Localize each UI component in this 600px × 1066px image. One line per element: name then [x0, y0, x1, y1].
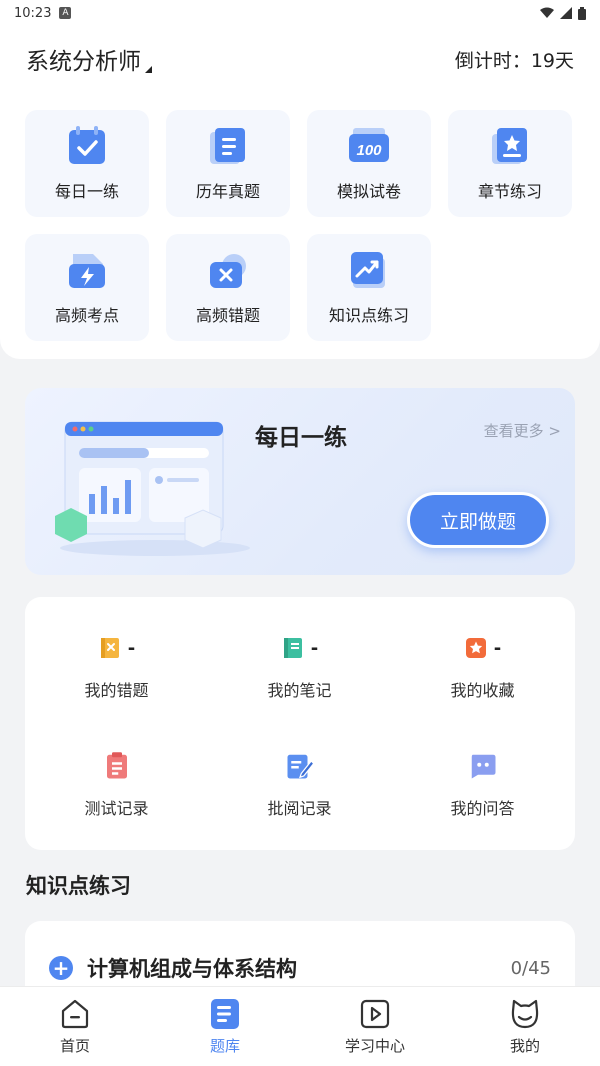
tile-knowledge-practice[interactable]: 知识点练习	[307, 234, 431, 341]
record-label: 我的笔记	[267, 681, 332, 700]
tab-profile[interactable]: 我的	[450, 987, 600, 1066]
document-icon	[210, 127, 245, 164]
knowledge-section-title: 知识点练习	[26, 874, 131, 898]
record-label: 测试记录	[84, 799, 149, 818]
feature-grid: 每日一练 历年真题 100 模拟试卷 章节练习 高频考点 高频错题 知识点练习	[0, 92, 600, 341]
bottom-tab-bar: 首页 题库 学习中心 我的	[0, 986, 600, 1066]
star-icon	[465, 638, 486, 658]
countdown: 倒计时：19天	[454, 49, 574, 72]
knowledge-item-progress: 0/45	[510, 957, 551, 979]
tile-hot-mistakes[interactable]: 高频错题	[166, 234, 290, 341]
record-my-mistakes[interactable]: - 我的错题	[25, 633, 208, 701]
edit-doc-icon	[287, 754, 315, 779]
notebook-icon	[283, 638, 302, 658]
svg-text:100: 100	[356, 142, 382, 159]
tile-daily-practice[interactable]: 每日一练	[25, 110, 149, 217]
home-icon	[61, 999, 89, 1029]
records-card: - 我的错题 - 我的笔记 - 我的收藏 测试记录 批阅记录 我的问答	[25, 597, 575, 850]
expand-plus-icon[interactable]: +	[49, 956, 73, 980]
tile-mock-exam[interactable]: 100 模拟试卷	[307, 110, 431, 217]
score-100-icon: 100	[349, 127, 389, 162]
tile-label: 知识点练习	[328, 305, 409, 325]
chat-icon	[471, 754, 495, 779]
tile-label: 高频考点	[54, 305, 119, 325]
trend-icon	[351, 251, 385, 288]
tab-question-bank[interactable]: 题库	[150, 987, 300, 1066]
header: 系统分析师 倒计时：19天	[0, 26, 600, 92]
start-practice-button[interactable]: 立即做题	[407, 492, 549, 548]
tile-label: 历年真题	[195, 181, 260, 201]
record-my-qa[interactable]: 我的问答	[391, 751, 574, 819]
tile-label: 高频错题	[195, 305, 260, 325]
view-more-link[interactable]: 查看更多 >	[484, 420, 561, 441]
tab-label: 学习中心	[344, 1037, 405, 1055]
record-label: 我的问答	[450, 799, 515, 818]
record-label: 批阅记录	[267, 799, 332, 818]
record-my-notes[interactable]: - 我的笔记	[208, 633, 391, 701]
banner-title: 每日一练	[255, 425, 347, 451]
wrong-book-icon	[100, 638, 119, 658]
battery-icon	[578, 6, 586, 20]
daily-practice-banner: 每日一练 查看更多 > 立即做题	[25, 388, 575, 575]
signal-icon	[560, 7, 572, 19]
clipboard-icon	[106, 752, 127, 779]
calendar-check-icon	[69, 125, 105, 164]
lightning-folder-icon	[69, 253, 105, 288]
record-test-history[interactable]: 测试记录	[25, 751, 208, 819]
status-time: 10:23	[14, 5, 52, 21]
record-review-history[interactable]: 批阅记录	[208, 751, 391, 819]
star-book-icon	[492, 127, 527, 164]
status-bar: 10:23 A	[0, 0, 600, 26]
knowledge-item-name: 计算机组成与体系结构	[87, 957, 297, 981]
tab-learning-center[interactable]: 学习中心	[300, 987, 450, 1066]
question-bank-icon	[211, 999, 239, 1029]
wrong-folder-icon	[210, 253, 246, 288]
profile-cat-icon	[511, 999, 539, 1029]
play-icon	[360, 999, 390, 1029]
page-title: 系统分析师	[26, 49, 141, 75]
dropdown-caret-icon	[145, 66, 152, 73]
record-label: 我的错题	[84, 681, 149, 700]
dashboard-illustration	[55, 421, 250, 556]
record-count: -	[310, 637, 319, 659]
record-count: -	[493, 637, 502, 659]
record-my-favorites[interactable]: - 我的收藏	[391, 633, 574, 701]
tab-label: 我的	[509, 1037, 540, 1055]
tile-label: 每日一练	[54, 181, 119, 201]
tile-label: 模拟试卷	[336, 181, 401, 201]
exam-selector[interactable]: 系统分析师	[26, 42, 152, 76]
top-card: 系统分析师 倒计时：19天 每日一练 历年真题 100 模拟试卷 章节练习 高频…	[0, 26, 600, 359]
tile-label: 章节练习	[477, 181, 542, 201]
wifi-icon	[540, 7, 554, 18]
tab-home[interactable]: 首页	[0, 987, 150, 1066]
tile-hot-topics[interactable]: 高频考点	[25, 234, 149, 341]
tile-chapter-practice[interactable]: 章节练习	[448, 110, 572, 217]
record-count: -	[127, 637, 136, 659]
notification-icon: A	[59, 7, 72, 19]
record-label: 我的收藏	[450, 681, 515, 700]
tab-label: 题库	[209, 1037, 240, 1055]
tab-label: 首页	[59, 1037, 90, 1055]
tile-past-exams[interactable]: 历年真题	[166, 110, 290, 217]
